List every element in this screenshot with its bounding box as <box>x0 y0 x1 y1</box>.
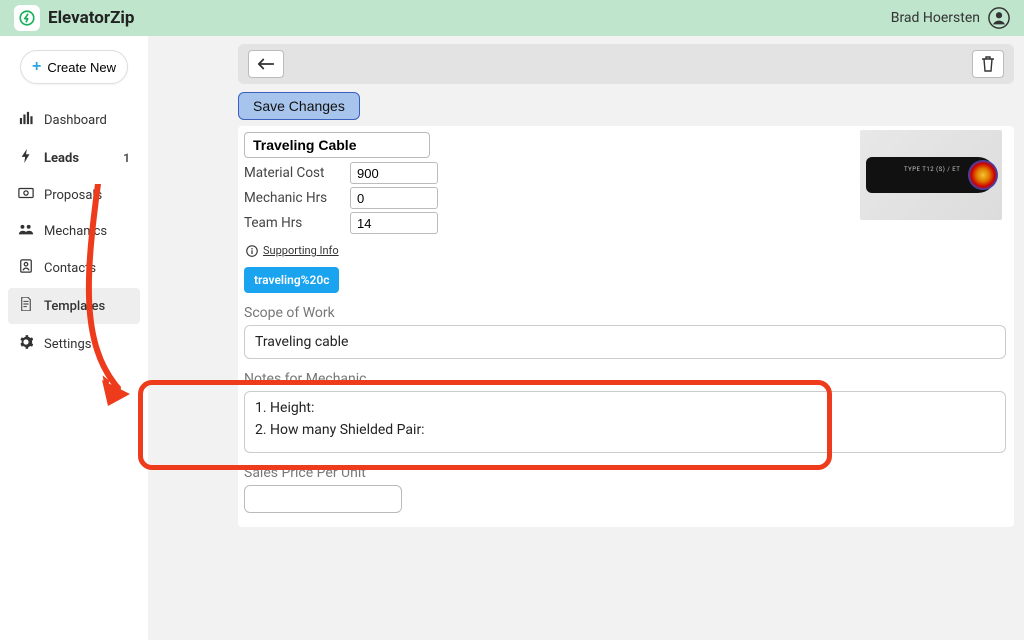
create-new-button[interactable]: + Create New <box>20 50 128 84</box>
template-title-input[interactable] <box>244 132 430 158</box>
sidebar-item-templates[interactable]: Templates <box>8 288 140 324</box>
user-avatar-icon <box>988 7 1010 29</box>
money-icon <box>18 187 34 203</box>
sales-price-input[interactable] <box>244 485 402 513</box>
header-user[interactable]: Brad Hoersten <box>891 7 1010 29</box>
trash-icon <box>981 56 995 72</box>
sidebar-item-label: Proposals <box>44 188 102 203</box>
sidebar-item-contacts[interactable]: Contacts <box>8 250 140 286</box>
sidebar-item-label: Contacts <box>44 261 96 276</box>
notes-input[interactable]: 1. Height: 2. How many Shielded Pair: <box>244 391 1006 453</box>
info-icon <box>246 245 258 257</box>
scope-label: Scope of Work <box>244 305 1006 321</box>
sidebar-badge: 1 <box>123 151 130 165</box>
delete-button[interactable] <box>972 50 1004 78</box>
sidebar-item-label: Settings <box>44 337 91 352</box>
document-icon <box>18 297 34 315</box>
sidebar-item-label: Mechanics <box>44 224 107 239</box>
arrow-left-icon <box>257 57 275 71</box>
supporting-info[interactable]: Supporting Info <box>246 244 1006 257</box>
search-chip[interactable]: traveling%20c <box>244 267 339 293</box>
sidebar: + Create New Dashboard Leads 1 Proposals… <box>0 36 148 640</box>
material-cost-label: Material Cost <box>244 165 336 181</box>
sidebar-item-label: Leads <box>44 151 79 166</box>
main-content: Save Changes TYPE T12 (S) / ET Material … <box>148 36 1024 640</box>
product-image: TYPE T12 (S) / ET <box>860 130 1002 220</box>
notes-line: 1. Height: <box>255 400 995 416</box>
notes-line: 2. How many Shielded Pair: <box>255 422 995 438</box>
topbar <box>238 44 1014 84</box>
app-name: ElevatorZip <box>48 8 134 28</box>
gear-icon <box>18 335 34 353</box>
team-hrs-input[interactable] <box>350 212 438 234</box>
supporting-info-link[interactable]: Supporting Info <box>263 244 339 257</box>
team-hrs-label: Team Hrs <box>244 215 336 231</box>
app-header: ElevatorZip Brad Hoersten <box>0 0 1024 36</box>
scope-input[interactable]: Traveling cable <box>244 325 1006 359</box>
dashboard-icon <box>18 111 34 129</box>
save-button[interactable]: Save Changes <box>238 92 360 120</box>
material-cost-input[interactable] <box>350 162 438 184</box>
sidebar-item-label: Dashboard <box>44 113 107 128</box>
sales-price-label: Sales Price Per Unit <box>244 465 1006 481</box>
contact-icon <box>18 259 34 277</box>
header-left: ElevatorZip <box>14 5 134 31</box>
mechanic-hrs-input[interactable] <box>350 187 438 209</box>
bolt-icon <box>18 149 34 167</box>
create-new-label: Create New <box>47 60 116 75</box>
sidebar-item-mechanics[interactable]: Mechanics <box>8 214 140 248</box>
plus-icon: + <box>32 58 41 76</box>
user-name: Brad Hoersten <box>891 10 980 26</box>
back-button[interactable] <box>248 50 284 78</box>
app-logo <box>14 5 40 31</box>
sidebar-item-dashboard[interactable]: Dashboard <box>8 102 140 138</box>
sidebar-item-leads[interactable]: Leads 1 <box>8 140 140 176</box>
notes-label: Notes for Mechanic <box>244 371 1006 387</box>
people-icon <box>18 223 34 239</box>
mechanic-hrs-label: Mechanic Hrs <box>244 190 336 206</box>
sidebar-item-label: Templates <box>44 299 105 314</box>
template-card: TYPE T12 (S) / ET Material Cost Mechanic… <box>238 126 1014 527</box>
sidebar-item-settings[interactable]: Settings <box>8 326 140 362</box>
sidebar-item-proposals[interactable]: Proposals <box>8 178 140 212</box>
